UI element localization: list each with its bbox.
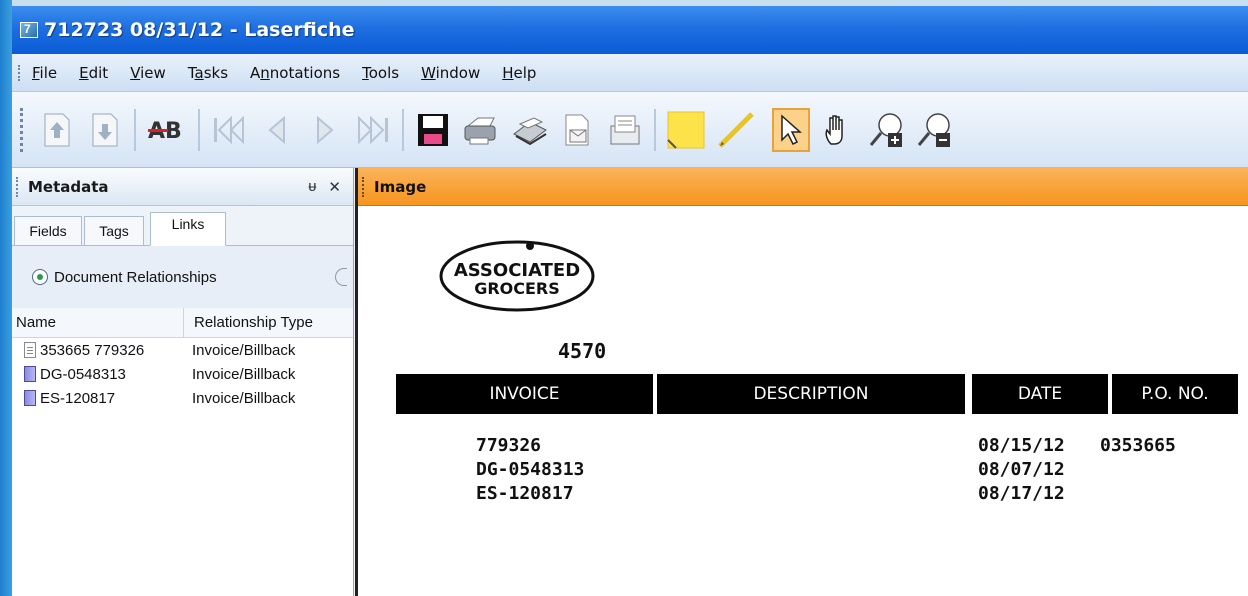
image-panel-title: Image [374, 177, 427, 196]
header-date: DATE [972, 374, 1108, 414]
strikeout-text-icon[interactable]: AB [146, 108, 188, 152]
menu-help[interactable]: Help [502, 64, 536, 82]
metadata-panel: Metadata ᵾ ✕ Fields Tags Links Document … [12, 168, 354, 596]
sticky-note-icon[interactable] [666, 108, 706, 152]
invoice-number: ES-120817 [476, 483, 574, 504]
toolbar-grip[interactable] [20, 107, 24, 152]
radio-selected-icon[interactable] [32, 269, 48, 285]
image-panel: Image ASSOCIATED GROCERS 4570 INVOICE DE… [355, 168, 1248, 596]
scan-icon[interactable] [510, 108, 548, 152]
table-row[interactable]: ES-120817 Invoice/Billback [12, 386, 353, 410]
panel-grip[interactable] [362, 176, 366, 197]
pin-icon[interactable]: ᵾ [308, 178, 316, 195]
header-description: DESCRIPTION [657, 374, 965, 414]
link-relationship-type: Invoice/Billback [192, 341, 296, 359]
table-row[interactable]: 353665 779326 Invoice/Billback [12, 338, 353, 362]
desktop-left-edge [0, 0, 12, 596]
po-number: 0353665 [1100, 435, 1176, 456]
invoice-number: 779326 [476, 435, 542, 456]
pointer-select-icon[interactable] [772, 107, 810, 152]
tab-links[interactable]: Links [150, 212, 226, 246]
document-relationships-option[interactable]: Document Relationships [12, 246, 353, 308]
toolbar-separator [654, 108, 656, 151]
table-row[interactable]: DG-0548313 Invoice/Billback [12, 362, 353, 386]
next-page-icon[interactable] [306, 108, 344, 152]
invoice-dates: 08/15/12 08/07/12 08/17/12 [978, 434, 1065, 506]
electronic-document-icon [24, 366, 36, 382]
metadata-tabs: Fields Tags Links [12, 206, 353, 246]
document-relationships-label: Document Relationships [54, 268, 217, 286]
main-toolbar: AB [12, 92, 1248, 168]
document-icon [24, 342, 36, 358]
email-document-icon[interactable] [558, 108, 596, 152]
hand-pan-icon[interactable] [820, 108, 858, 152]
invoice-numbers: 779326 DG-0548313 ES-120817 [476, 434, 584, 506]
image-panel-header: Image [358, 168, 1248, 206]
metadata-panel-title: Metadata [28, 177, 109, 196]
links-list-header: Name Relationship Type [12, 308, 353, 338]
invoice-date: 08/07/12 [978, 459, 1065, 480]
menu-edit[interactable]: Edit [79, 64, 108, 82]
save-icon[interactable] [414, 108, 452, 152]
link-relationship-type: Invoice/Billback [192, 365, 296, 383]
down-arrow-icon[interactable] [86, 108, 124, 152]
menu-file-rest: ile [39, 63, 58, 82]
menu-window[interactable]: Window [421, 64, 480, 82]
first-page-icon[interactable] [210, 108, 248, 152]
invoice-date: 08/15/12 [978, 435, 1065, 456]
menu-edit-rest: dit [88, 63, 109, 82]
laserfiche-app-icon [20, 22, 38, 38]
zoom-out-icon[interactable] [916, 108, 954, 152]
document-image[interactable]: ASSOCIATED GROCERS 4570 INVOICE DESCRIPT… [358, 206, 1248, 596]
store-number: 4570 [558, 339, 607, 363]
toolbar-separator [134, 108, 136, 151]
up-arrow-icon[interactable] [38, 108, 76, 152]
link-name: ES-120817 [40, 389, 116, 407]
column-header-name[interactable]: Name [12, 308, 184, 337]
link-name: 353665 779326 [40, 341, 145, 359]
title-bar[interactable]: 712723 08/31/12 - Laserfiche [12, 6, 1248, 54]
menu-file[interactable]: File [32, 64, 57, 82]
menu-annotations[interactable]: Annotations [250, 64, 340, 82]
metadata-panel-header: Metadata ᵾ ✕ [12, 168, 353, 206]
menu-view-rest: iew [140, 63, 166, 82]
associated-grocers-logo: ASSOCIATED GROCERS [439, 240, 595, 312]
tab-fields[interactable]: Fields [14, 216, 82, 246]
column-header-relationship-type[interactable]: Relationship Type [184, 314, 313, 331]
zoom-in-icon[interactable] [868, 108, 906, 152]
tab-tags[interactable]: Tags [84, 216, 144, 246]
menu-tasks[interactable]: Tasks [188, 64, 228, 82]
last-page-icon[interactable] [354, 108, 392, 152]
laserfiche-window: 712723 08/31/12 - Laserfiche File Edit V… [12, 6, 1248, 596]
svg-text:ASSOCIATED: ASSOCIATED [454, 260, 580, 281]
print-icon[interactable] [462, 108, 500, 152]
email-icon[interactable] [606, 108, 644, 152]
toolbar-separator [402, 108, 404, 151]
link-name: DG-0548313 [40, 365, 126, 383]
po-numbers: 0353665 [1100, 434, 1176, 458]
link-relationship-type: Invoice/Billback [192, 389, 296, 407]
panel-grip[interactable] [16, 176, 20, 197]
menu-bar: File Edit View Tasks Annotations Tools W… [12, 54, 1248, 92]
invoice-number: DG-0548313 [476, 459, 585, 480]
electronic-document-icon [24, 390, 36, 406]
header-invoice: INVOICE [396, 374, 653, 414]
toolbar-separator [198, 108, 200, 151]
header-po-number: P.O. NO. [1112, 374, 1238, 414]
close-icon[interactable]: ✕ [328, 178, 341, 196]
previous-page-icon[interactable] [258, 108, 296, 152]
menu-tools[interactable]: Tools [362, 64, 399, 82]
highlighter-icon[interactable] [716, 108, 762, 152]
radio-partial-icon[interactable] [335, 268, 347, 286]
menu-view[interactable]: View [130, 64, 166, 82]
invoice-date: 08/17/12 [978, 483, 1065, 504]
menu-grip[interactable] [18, 64, 22, 81]
svg-text:GROCERS: GROCERS [474, 279, 560, 298]
window-title: 712723 08/31/12 - Laserfiche [44, 19, 355, 41]
